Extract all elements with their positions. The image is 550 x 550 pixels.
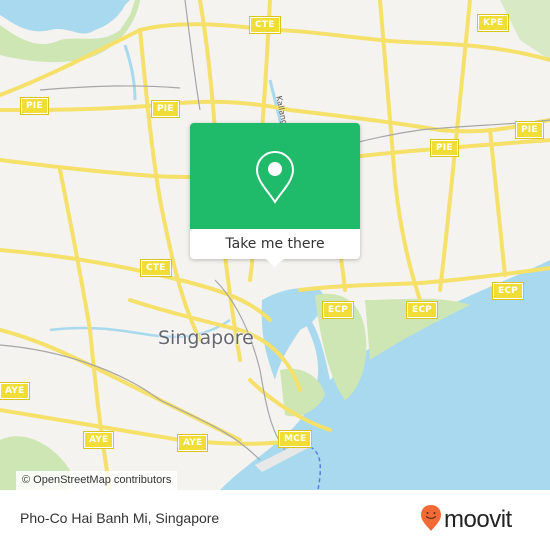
road-shield-aye: AYE	[0, 382, 31, 400]
footer: Pho-Co Hai Banh Mi, Singapore moovit	[0, 490, 550, 550]
map-view[interactable]: CTE KPE PIE PIE PIE PIE CTE ECP ECP ECP …	[0, 0, 550, 490]
road-shield-pie: PIE	[430, 139, 459, 157]
place-title: Pho-Co Hai Banh Mi, Singapore	[20, 510, 220, 526]
moovit-pin-icon	[420, 504, 442, 536]
river-north	[123, 44, 137, 101]
road-shield-ecp: ECP	[322, 301, 354, 319]
road-shield-pie: PIE	[20, 97, 49, 115]
take-me-there-button[interactable]: Take me there	[190, 229, 360, 259]
city-label: Singapore	[158, 327, 254, 349]
location-popup: Take me there	[190, 123, 360, 267]
road-shield-ecp: ECP	[406, 301, 438, 319]
road-shield-kpe: KPE	[476, 14, 510, 32]
map-attribution[interactable]: © OpenStreetMap contributors	[16, 471, 178, 490]
road-shield-aye: AYE	[176, 434, 209, 452]
moovit-logo[interactable]: moovit	[420, 502, 512, 538]
popup-arrow	[266, 259, 284, 267]
road-shield-mce: MCE	[277, 430, 313, 448]
reservoir-lower	[0, 0, 130, 34]
road-shield-pie: PIE	[515, 121, 544, 139]
road-shield-ecp: ECP	[492, 282, 524, 300]
popup-header	[190, 123, 360, 229]
moovit-wordmark: moovit	[444, 506, 512, 533]
road-shield-cte: CTE	[249, 16, 281, 34]
road-shield-pie: PIE	[151, 100, 180, 118]
road-shield-aye: AYE	[82, 431, 115, 449]
road-shield-cte: CTE	[140, 259, 172, 277]
